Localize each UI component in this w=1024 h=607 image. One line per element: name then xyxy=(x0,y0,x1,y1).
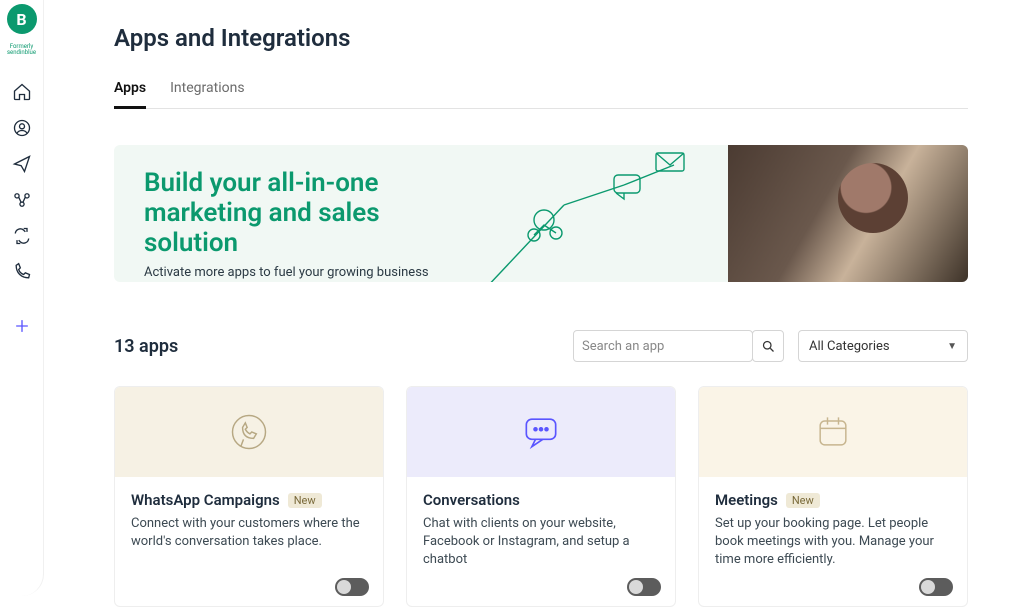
nav-automations[interactable] xyxy=(12,190,32,210)
search-input[interactable]: Search an app xyxy=(573,330,753,362)
card-desc: Connect with your customers where the wo… xyxy=(131,515,367,551)
app-toggle[interactable] xyxy=(919,578,953,596)
app-toggle[interactable] xyxy=(335,578,369,596)
category-select-label: All Categories xyxy=(809,339,890,354)
card-title: Conversations xyxy=(423,491,520,509)
nav-phone[interactable] xyxy=(12,262,32,282)
category-select[interactable]: All Categories ▼ xyxy=(798,330,968,362)
repeat-icon xyxy=(12,226,32,246)
user-circle-icon xyxy=(12,118,32,138)
calendar-icon xyxy=(811,410,855,454)
apps-controls: 13 apps Search an app All Categories ▼ xyxy=(114,330,968,362)
app-cards: WhatsApp Campaigns New Connect with your… xyxy=(114,386,968,607)
nav-contacts[interactable] xyxy=(12,118,32,138)
tabs: Apps Integrations xyxy=(114,74,968,109)
app-card-meetings[interactable]: Meetings New Set up your booking page. L… xyxy=(698,386,968,607)
search-icon xyxy=(761,339,776,354)
nav-transactional[interactable] xyxy=(12,226,32,246)
card-title: Meetings xyxy=(715,491,778,509)
app-card-whatsapp[interactable]: WhatsApp Campaigns New Connect with your… xyxy=(114,386,384,607)
chevron-down-icon: ▼ xyxy=(947,341,957,352)
new-badge: New xyxy=(288,493,322,508)
search-button[interactable] xyxy=(752,330,784,362)
plus-icon xyxy=(12,316,32,336)
nav-campaigns[interactable] xyxy=(12,154,32,174)
phone-icon xyxy=(12,262,32,282)
card-desc: Set up your booking page. Let people boo… xyxy=(715,515,951,570)
brand-logo[interactable]: B xyxy=(7,4,37,34)
app-toggle[interactable] xyxy=(627,578,661,596)
nodes-icon xyxy=(12,190,32,210)
app-card-conversations[interactable]: Conversations Chat with clients on your … xyxy=(406,386,676,607)
card-desc: Chat with clients on your website, Faceb… xyxy=(423,515,659,570)
tab-apps[interactable]: Apps xyxy=(114,74,146,109)
network-icon xyxy=(474,145,734,282)
sidebar: B Formerly sendinblue xyxy=(0,0,44,596)
new-badge: New xyxy=(786,493,820,508)
nav-add[interactable] xyxy=(12,316,32,336)
send-icon xyxy=(12,154,32,174)
chat-icon xyxy=(519,410,563,454)
page-title: Apps and Integrations xyxy=(114,24,968,52)
card-title: WhatsApp Campaigns xyxy=(131,491,280,509)
tab-integrations[interactable]: Integrations xyxy=(170,74,244,108)
main-content: Apps and Integrations Apps Integrations … xyxy=(44,0,1024,596)
search-placeholder: Search an app xyxy=(582,339,664,354)
whatsapp-icon xyxy=(227,410,271,454)
nav-home[interactable] xyxy=(12,82,32,102)
apps-count: 13 apps xyxy=(114,336,178,357)
banner-subtitle: Activate more apps to fuel your growing … xyxy=(144,265,474,280)
hero-banner: Build your all-in-one marketing and sale… xyxy=(114,145,968,282)
banner-photo xyxy=(728,145,968,282)
banner-title: Build your all-in-one marketing and sale… xyxy=(144,169,474,259)
brand-subtext: Formerly sendinblue xyxy=(0,44,43,56)
home-icon xyxy=(12,82,32,102)
